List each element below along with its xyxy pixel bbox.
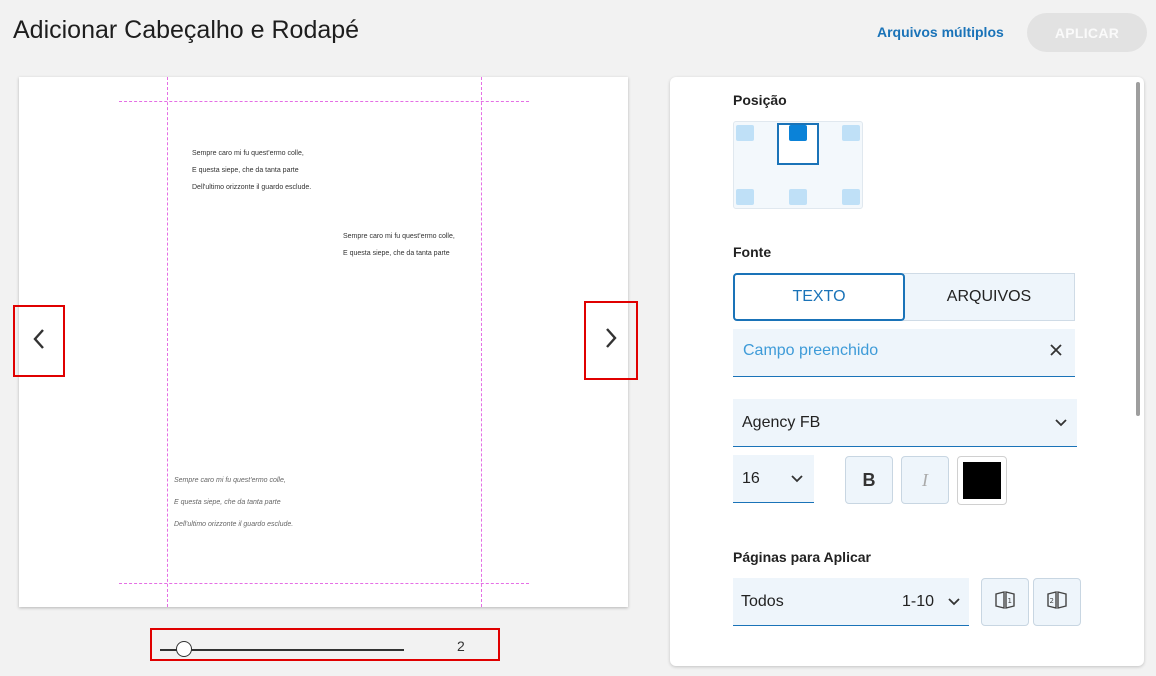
chevron-right-icon: [604, 327, 618, 354]
slider-thumb[interactable]: [176, 641, 193, 657]
color-swatch: [963, 462, 1001, 499]
page-number: 2: [457, 638, 465, 654]
position-top-center-marker: [789, 125, 807, 141]
source-label: Fonte: [733, 244, 772, 260]
svg-text:2: 2: [1050, 597, 1054, 605]
position-bottom-center[interactable]: [789, 189, 807, 205]
preview-text-block: Sempre caro mi fu quest'ermo colle, E qu…: [343, 233, 455, 257]
page-slider[interactable]: 2: [150, 628, 500, 661]
odd-pages-button[interactable]: 1: [981, 578, 1029, 626]
panel-scrollbar[interactable]: [1136, 82, 1140, 416]
chevron-left-icon: [32, 328, 46, 355]
book-pages-icon: 1: [994, 590, 1016, 615]
pages-select-value: Todos: [741, 593, 784, 610]
tab-files[interactable]: ARQUIVOS: [903, 273, 1075, 321]
svg-text:1: 1: [1008, 597, 1012, 605]
font-size-select[interactable]: 16: [733, 455, 814, 503]
multiple-files-link[interactable]: Arquivos múltiplos: [877, 24, 1004, 40]
italic-icon: I: [922, 469, 928, 490]
position-top-left[interactable]: [736, 125, 754, 141]
bold-button[interactable]: B: [845, 456, 893, 504]
pages-label: Páginas para Aplicar: [733, 549, 871, 565]
font-size-value: 16: [742, 470, 760, 487]
left-margin-guide: [167, 77, 168, 607]
preview-text-block: Sempre caro mi fu quest'ermo colle, E qu…: [174, 477, 294, 528]
text-input[interactable]: [741, 341, 1035, 361]
book-pages-icon: 2: [1046, 590, 1068, 615]
page-preview: Sempre caro mi fu quest'ermo colle, E qu…: [19, 77, 628, 607]
text-color-button[interactable]: [957, 456, 1007, 505]
position-bottom-left[interactable]: [736, 189, 754, 205]
page-title: Adicionar Cabeçalho e Rodapé: [13, 16, 360, 44]
preview-text-block: Sempre caro mi fu quest'ermo colle, E qu…: [192, 150, 312, 191]
even-pages-button[interactable]: 2: [1033, 578, 1081, 626]
position-label: Posição: [733, 92, 787, 108]
previous-page-button[interactable]: [13, 305, 65, 377]
font-family-value: Agency FB: [742, 414, 821, 431]
tab-text[interactable]: TEXTO: [733, 273, 905, 321]
top-margin-guide: [119, 101, 529, 102]
slider-track[interactable]: [160, 649, 404, 651]
apply-button[interactable]: APLICAR: [1027, 13, 1147, 52]
position-top-right[interactable]: [842, 125, 860, 141]
next-page-button[interactable]: [584, 301, 638, 380]
italic-button[interactable]: I: [901, 456, 949, 504]
pages-select[interactable]: Todos 1-10: [733, 578, 969, 626]
right-margin-guide: [481, 77, 482, 607]
font-family-select[interactable]: Agency FB: [733, 399, 1077, 447]
bottom-margin-guide: [119, 583, 529, 584]
position-bottom-right[interactable]: [842, 189, 860, 205]
text-input-field[interactable]: [733, 329, 1075, 377]
bold-icon: B: [862, 469, 876, 490]
pages-range: 1-10: [902, 593, 935, 610]
close-icon[interactable]: [1049, 343, 1063, 362]
